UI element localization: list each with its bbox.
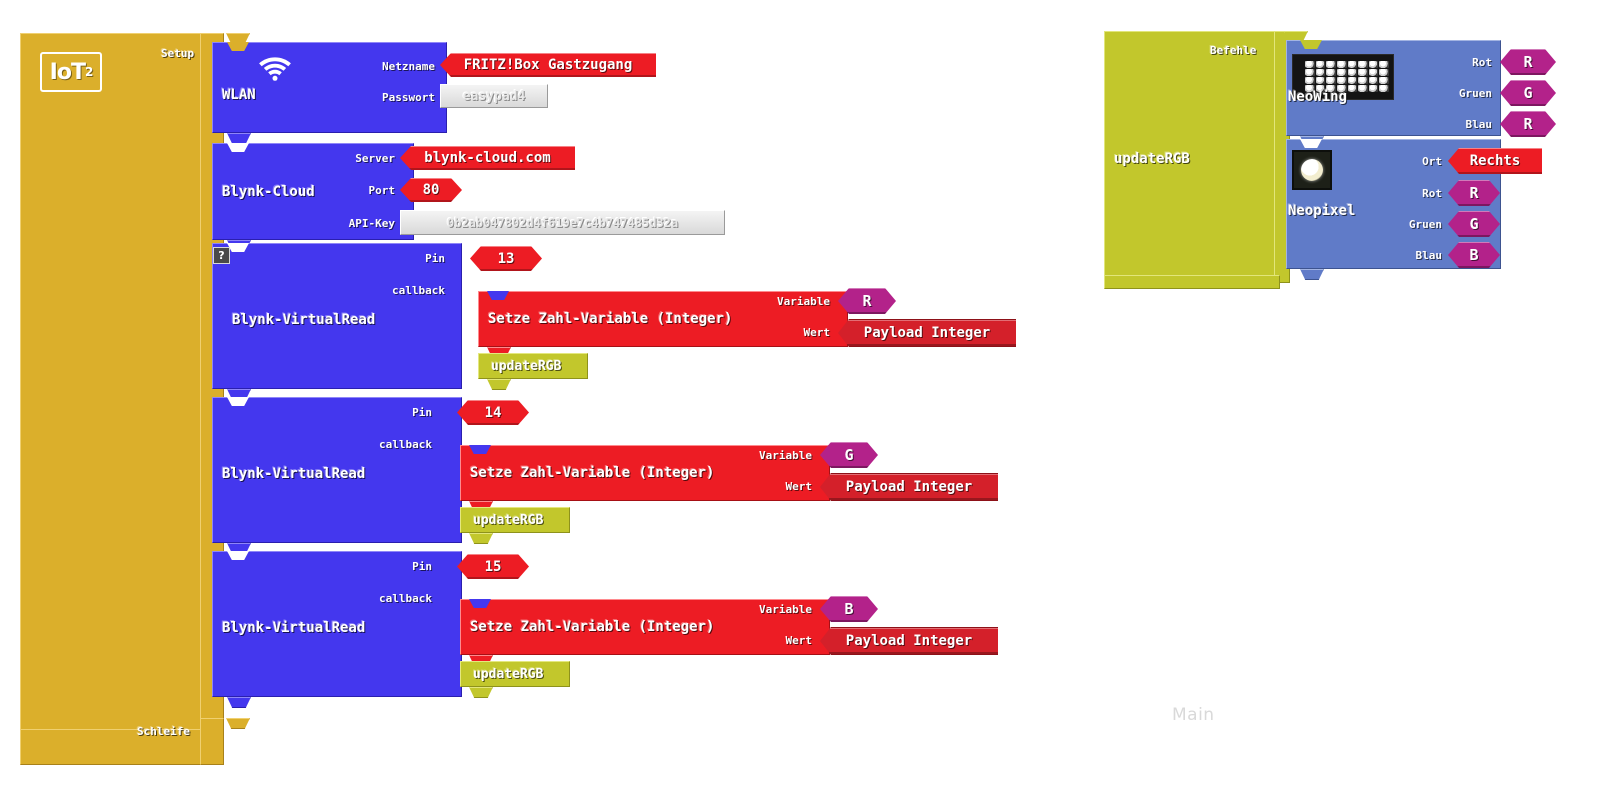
logo-text: IoT	[49, 59, 86, 85]
set-variable-3-variable-value[interactable]: B	[820, 596, 878, 622]
setup-container-foot	[20, 729, 220, 765]
wlan-passwort-label: Passwort	[382, 91, 435, 104]
blockly-workspace[interactable]: Setup Schleife IoT 2 WLAN Netzname FRITZ!…	[0, 0, 1600, 796]
virtualread-1-pin-value[interactable]: 13	[470, 246, 542, 271]
set-variable-2-variable-label: Variable	[759, 449, 812, 462]
set-variable-3-wert-value[interactable]: Payload Integer	[820, 627, 998, 655]
virtualread-3-callback-label: callback	[379, 592, 432, 605]
procedure-name-label: updateRGB	[1114, 151, 1190, 167]
set-variable-2-variable-value[interactable]: G	[820, 442, 878, 468]
neopixel-rot-value[interactable]: R	[1448, 180, 1500, 206]
neopixel-ort-value[interactable]: Rechts	[1448, 148, 1542, 174]
blynk-port-label: Port	[368, 184, 396, 197]
loop-socket-tab	[226, 718, 250, 729]
neowing-gruen-label: Gruen	[1458, 87, 1492, 100]
neopixel-gruen-value[interactable]: G	[1448, 211, 1500, 237]
blynk-apikey-label: API-Key	[348, 217, 395, 230]
set-variable-2-wert-label: Wert	[785, 480, 813, 493]
virtualread-1-pin-label: Pin	[425, 252, 445, 265]
wlan-netzname-value[interactable]: FRITZ!Box Gastzugang	[440, 53, 656, 77]
neopixel-gruen-label: Gruen	[1408, 218, 1442, 231]
virtualread-3-bottom-tab	[227, 697, 251, 708]
set-variable-1-wert-value[interactable]: Payload Integer	[838, 319, 1016, 347]
set-variable-3-variable-label: Variable	[759, 603, 812, 616]
neowing-block-label: NeoWing	[1288, 89, 1348, 105]
set-variable-1-wert-label: Wert	[803, 326, 831, 339]
set-variable-1-variable-value[interactable]: R	[838, 288, 896, 314]
neopixel-block-label: Neopixel	[1288, 203, 1356, 219]
call-updateRGB-2[interactable]: updateRGB	[460, 507, 570, 533]
wlan-passwort-input[interactable]: easypad4	[440, 84, 548, 108]
set-variable-1-label: Setze Zahl-Variable (Integer)	[488, 311, 733, 327]
virtualread-1-label: Blynk-VirtualRead	[232, 312, 376, 328]
blynk-server-value[interactable]: blynk-cloud.com	[400, 146, 575, 170]
blynk-server-label: Server	[355, 152, 395, 165]
set-variable-2-label: Setze Zahl-Variable (Integer)	[470, 465, 715, 481]
setup-container-block[interactable]	[20, 33, 220, 765]
loop-socket-arm	[200, 718, 224, 765]
call-updateRGB-1-tab	[487, 379, 511, 390]
neowing-blau-value[interactable]: R	[1500, 111, 1556, 137]
set-variable-3-wert-label: Wert	[785, 634, 813, 647]
wifi-icon	[259, 57, 291, 81]
virtualread-2-pin-label: Pin	[412, 406, 432, 419]
wlan-block-label: WLAN	[222, 87, 256, 103]
virtualread-1-callback-label: callback	[392, 284, 445, 297]
virtualread-2-callback-label: callback	[379, 438, 432, 451]
virtualread-3-label: Blynk-VirtualRead	[222, 620, 366, 636]
neowing-rot-value[interactable]: R	[1500, 49, 1556, 75]
call-updateRGB-3-tab	[469, 687, 493, 698]
logo-superscript: 2	[84, 65, 93, 79]
call-updateRGB-1[interactable]: updateRGB	[478, 353, 588, 379]
virtualread-2-pin-value[interactable]: 14	[457, 400, 529, 425]
set-variable-1-variable-label: Variable	[777, 295, 830, 308]
set-variable-3-label: Setze Zahl-Variable (Integer)	[470, 619, 715, 635]
virtualread-2-label: Blynk-VirtualRead	[222, 466, 366, 482]
blynk-apikey-input[interactable]: 0b2ab047802d4f619e7c4b747485d32a	[400, 210, 725, 235]
blynk-port-value[interactable]: 80	[400, 178, 462, 202]
iot2-logo: IoT 2	[40, 52, 102, 92]
loop-label: Schleife	[137, 725, 190, 738]
procedure-befehle-label: Befehle	[1210, 44, 1257, 57]
led-pixel-icon	[1292, 150, 1332, 190]
neowing-blau-label: Blau	[1465, 118, 1493, 131]
call-updateRGB-2-tab	[469, 533, 493, 544]
set-variable-2-wert-value[interactable]: Payload Integer	[820, 473, 998, 501]
neopixel-bottom-tab	[1300, 269, 1324, 280]
setup-label: Setup	[161, 47, 195, 60]
procedure-updateRGB-foot	[1104, 275, 1280, 289]
wlan-netzname-label: Netzname	[382, 60, 435, 73]
virtualread-3-pin-label: Pin	[412, 560, 432, 573]
help-badge-icon[interactable]: ?	[213, 247, 230, 264]
neowing-rot-label: Rot	[1472, 56, 1492, 69]
canvas-watermark: Main	[1172, 705, 1215, 725]
call-updateRGB-3[interactable]: updateRGB	[460, 661, 570, 687]
neopixel-ort-label: Ort	[1422, 155, 1442, 168]
neopixel-blau-value[interactable]: B	[1448, 242, 1500, 268]
neowing-gruen-value[interactable]: G	[1500, 80, 1556, 106]
virtualread-3-pin-value[interactable]: 15	[457, 554, 529, 579]
neopixel-blau-label: Blau	[1415, 249, 1443, 262]
neopixel-rot-label: Rot	[1422, 187, 1442, 200]
